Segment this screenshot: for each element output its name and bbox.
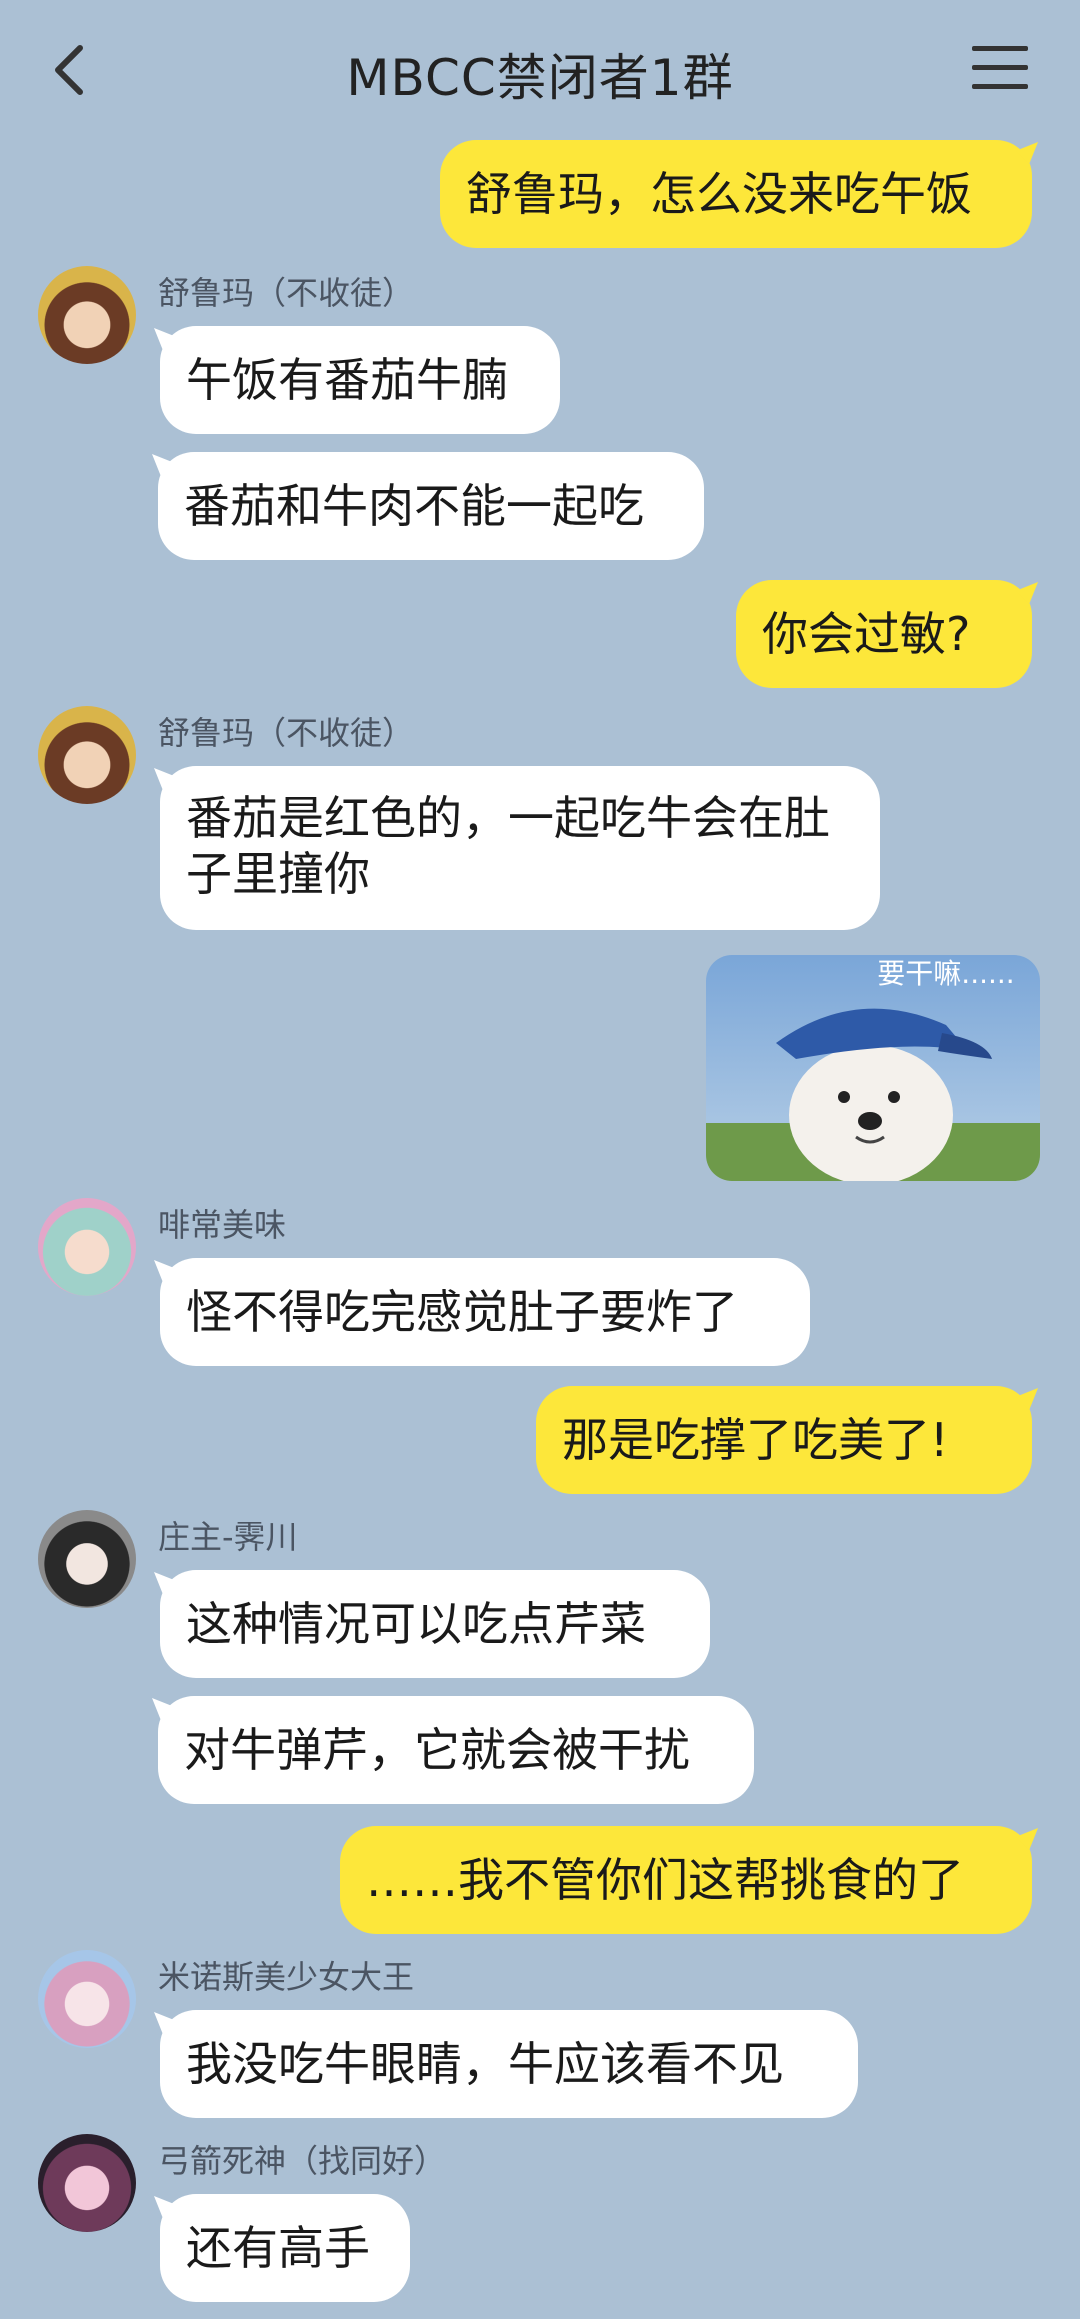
sender-name: 舒鲁玛（不收徒） [158,714,415,752]
dog-sticker-image[interactable]: 要干嘛...... [706,955,1040,1181]
sender-name: 米诺斯美少女大王 [158,1958,415,1996]
chat-title: MBCC禁闭者1群 [346,49,734,107]
avatar[interactable] [38,1198,136,1296]
menu-icon[interactable] [972,46,1028,94]
chat-header: MBCC禁闭者1群 [0,0,1080,140]
outgoing-message[interactable]: 你会过敏? [736,580,1032,688]
incoming-message[interactable]: 对牛弹芹，它就会被干扰 [158,1696,754,1804]
sender-name: 舒鲁玛（不收徒） [158,274,415,312]
incoming-message[interactable]: 还有高手 [160,2194,410,2302]
avatar[interactable] [38,1510,136,1608]
outgoing-message[interactable]: 那是吃撑了吃美了! [536,1386,1032,1494]
incoming-message[interactable]: 我没吃牛眼睛，牛应该看不见 [160,2010,858,2118]
sender-name: 庄主-霁川 [158,1518,298,1556]
avatar[interactable] [38,1950,136,2048]
incoming-message[interactable]: 番茄是红色的，一起吃牛会在肚子里撞你 [160,766,880,930]
outgoing-message[interactable]: 舒鲁玛，怎么没来吃午饭 [440,140,1032,248]
avatar[interactable] [38,706,136,804]
sticker-caption: 要干嘛...... [877,957,1014,990]
sender-name: 啡常美味 [158,1206,287,1244]
avatar[interactable] [38,2134,136,2232]
incoming-message[interactable]: 番茄和牛肉不能一起吃 [158,452,704,560]
incoming-message[interactable]: 这种情况可以吃点芹菜 [160,1570,710,1678]
avatar[interactable] [38,266,136,364]
sender-name: 弓箭死神（找同好） [158,2142,447,2180]
outgoing-message[interactable]: ……我不管你们这帮挑食的了 [340,1826,1032,1934]
incoming-message[interactable]: 午饭有番茄牛腩 [160,326,560,434]
incoming-message[interactable]: 怪不得吃完感觉肚子要炸了 [160,1258,810,1366]
